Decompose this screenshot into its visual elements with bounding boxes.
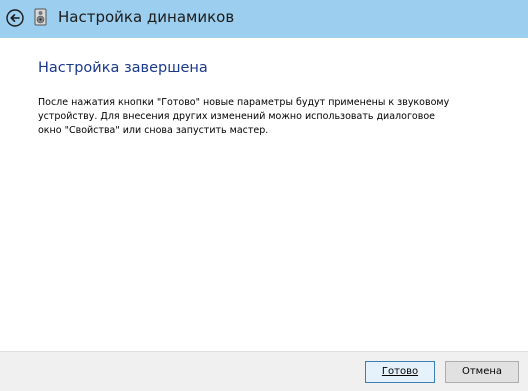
button-bar: Готово Отмена	[0, 351, 528, 391]
page-heading: Настройка завершена	[38, 60, 208, 76]
finish-button[interactable]: Готово	[365, 361, 435, 383]
description-text: После нажатия кнопки "Готово" новые пара…	[38, 97, 450, 136]
back-arrow-icon	[6, 9, 24, 27]
finish-button-label: Готово	[381, 366, 419, 377]
speaker-setup-window: Настройка динамиков Настройка завершена …	[0, 0, 528, 391]
back-button[interactable]	[6, 9, 24, 27]
window-title: Настройка динамиков	[58, 8, 235, 26]
speaker-icon	[34, 8, 48, 26]
title-bar: Настройка динамиков	[0, 0, 528, 38]
cancel-button-label: Отмена	[461, 366, 503, 377]
cancel-button[interactable]: Отмена	[445, 361, 519, 383]
main-content: Настройка завершена После нажатия кнопки…	[38, 60, 508, 138]
